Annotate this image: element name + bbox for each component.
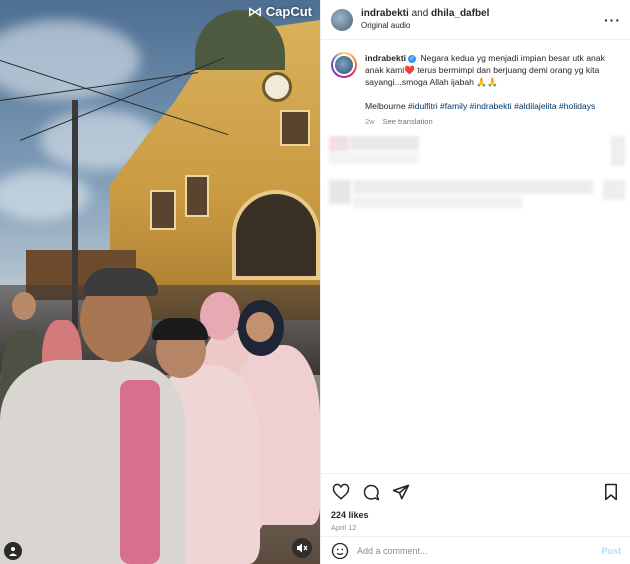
comment-bar: Post: [321, 536, 630, 564]
original-audio-link[interactable]: Original audio: [361, 20, 604, 32]
face: [246, 312, 274, 342]
comment-input[interactable]: [357, 545, 602, 556]
capcut-label: CapCut: [265, 4, 312, 19]
likes-count[interactable]: 224 likes: [331, 510, 621, 520]
station-archway: [232, 190, 320, 280]
person-icon[interactable]: [4, 542, 22, 560]
hashtag[interactable]: #idulfitri: [408, 101, 438, 111]
speaker-muted-icon[interactable]: [292, 538, 312, 558]
story-avatar[interactable]: [331, 52, 357, 78]
pink-shirt: [120, 380, 160, 564]
post-actions: 224 likes April 12: [321, 473, 630, 538]
author-link[interactable]: indrabekti: [361, 8, 409, 19]
blurred-content: [329, 136, 349, 152]
caption-username[interactable]: indrabekti: [365, 53, 406, 63]
sky-cloud: [0, 20, 140, 100]
blurred-content: [329, 152, 419, 164]
caption-location-line: Melbourne #idulfitri #family #indrabekti…: [365, 100, 620, 112]
more-horizontal-icon[interactable]: ···: [604, 12, 620, 28]
hashtag[interactable]: #holidays: [559, 101, 595, 111]
header-names: indrabekti and dhila_dafbel: [361, 8, 604, 20]
send-icon[interactable]: [391, 482, 411, 502]
station-clock: [262, 72, 292, 102]
blurred-content: [603, 180, 625, 200]
man-cap: [84, 268, 158, 296]
hashtag[interactable]: #aldilajelita: [514, 101, 557, 111]
capcut-logo-icon: [248, 6, 261, 17]
heart-emoji: ❤️: [404, 65, 415, 75]
verified-badge-icon: ✓: [408, 54, 417, 63]
post-sidebar: indrabekti and dhila_dafbel Original aud…: [320, 0, 630, 564]
action-icons: [331, 480, 621, 504]
girl-hair: [152, 318, 208, 340]
station-dome: [195, 10, 285, 70]
location: Melbourne: [365, 101, 406, 111]
hashtag[interactable]: #family: [440, 101, 467, 111]
conjunction: and: [411, 7, 429, 19]
header-text: indrabekti and dhila_dafbel Original aud…: [361, 8, 604, 32]
post-button[interactable]: Post: [601, 546, 621, 556]
post-media[interactable]: CapCut: [0, 0, 320, 564]
heart-icon[interactable]: [331, 482, 351, 502]
comment-icon[interactable]: [361, 482, 381, 502]
blurred-content: [349, 136, 419, 150]
blurred-content: [353, 180, 593, 194]
hashtag[interactable]: #indrabekti: [470, 101, 512, 111]
time-ago: 2w: [365, 117, 375, 126]
station-window: [280, 110, 310, 146]
bookmark-icon[interactable]: [601, 482, 621, 502]
caption-text: indrabekti ✓ Negara kedua yg menjadi impi…: [365, 52, 620, 88]
caption-meta: 2w See translation: [365, 116, 620, 128]
blurred-content: [353, 196, 523, 208]
avatar[interactable]: [331, 8, 353, 31]
station-window: [150, 190, 176, 230]
see-translation-link[interactable]: See translation: [383, 116, 433, 128]
emoji-icon[interactable]: [331, 542, 349, 560]
post-caption: indrabekti ✓ Negara kedua yg menjadi impi…: [321, 40, 630, 128]
blurred-content: [611, 136, 625, 166]
post-date: April 12: [331, 523, 357, 532]
post-header: indrabekti and dhila_dafbel Original aud…: [321, 0, 630, 40]
caption-body: indrabekti ✓ Negara kedua yg menjadi impi…: [365, 52, 620, 128]
blurred-content: [329, 180, 351, 204]
capcut-watermark: CapCut: [248, 4, 312, 19]
collaborator-link[interactable]: dhila_dafbel: [431, 8, 489, 19]
bystander-head: [12, 292, 36, 320]
station-window: [185, 175, 209, 217]
